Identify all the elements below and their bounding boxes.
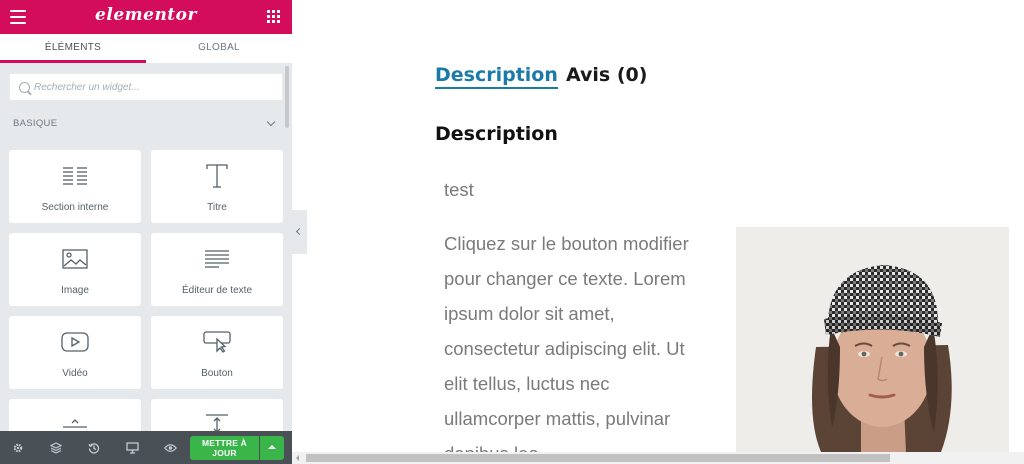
- text-line: elit tellus, luctus nec: [444, 373, 610, 394]
- update-button[interactable]: METTRE À JOUR: [190, 436, 259, 460]
- scroll-left-icon[interactable]: [296, 455, 299, 461]
- widget-label: Vidéo: [62, 368, 88, 379]
- widget-label: Section interne: [41, 202, 109, 213]
- widget-image[interactable]: Image: [9, 233, 141, 306]
- heading-icon: [151, 164, 283, 188]
- tab-description[interactable]: Description: [435, 64, 558, 89]
- body-text: Cliquez sur le bouton modifier pour chan…: [444, 226, 719, 452]
- tab-elements[interactable]: ÉLÉMENTS: [0, 34, 146, 63]
- widgets-grid-icon[interactable]: [267, 10, 280, 23]
- chevron-down-icon[interactable]: [266, 117, 276, 127]
- text-line: ipsum dolor sit amet,: [444, 303, 615, 324]
- columns-icon: [9, 164, 141, 188]
- button-icon: [151, 330, 283, 354]
- tab-global[interactable]: GLOBAL: [146, 34, 292, 63]
- search-icon: [19, 82, 30, 93]
- elementor-logo: elementor: [95, 5, 197, 25]
- product-photo: [736, 227, 1009, 452]
- widget-label: Éditeur de texte: [181, 285, 253, 296]
- widget-inner-section[interactable]: Section interne: [9, 150, 141, 223]
- widget-video[interactable]: Vidéo: [9, 316, 141, 389]
- panel-header: elementor: [0, 0, 292, 34]
- history-icon[interactable]: [87, 441, 101, 455]
- category-title[interactable]: BASIQUE: [13, 118, 57, 129]
- short-text: test: [444, 179, 474, 200]
- settings-icon[interactable]: [11, 441, 25, 455]
- widget-button[interactable]: Bouton: [151, 316, 283, 389]
- text-line: pour changer ce texte. Lorem: [444, 268, 686, 289]
- widget-label: Bouton: [201, 368, 233, 379]
- search-input[interactable]: [34, 74, 274, 100]
- panel-tabs: ÉLÉMENTS GLOBAL: [0, 34, 292, 63]
- preview-icon[interactable]: [163, 441, 177, 455]
- responsive-icon[interactable]: [125, 441, 139, 455]
- section-heading: Description: [435, 123, 558, 145]
- horizontal-scrollbar[interactable]: [292, 452, 1024, 464]
- widget-heading[interactable]: Titre: [151, 150, 283, 223]
- scrollbar-thumb[interactable]: [306, 454, 890, 462]
- text-editor-icon: [151, 247, 283, 271]
- widget-label: Titre: [207, 202, 227, 213]
- text-line: consectetur adipiscing elit. Ut: [444, 338, 685, 359]
- widget-text-editor[interactable]: Éditeur de texte: [151, 233, 283, 306]
- video-icon: [9, 330, 141, 354]
- navigator-icon[interactable]: [49, 441, 63, 455]
- update-options-button[interactable]: [260, 436, 284, 460]
- text-line: ullamcorper mattis, pulvinar: [444, 408, 671, 429]
- panel-scrollbar[interactable]: [285, 66, 289, 128]
- text-line: Cliquez sur le bouton modifier: [444, 233, 689, 254]
- elementor-panel: elementor ÉLÉMENTS GLOBAL BASIQUE Sectio…: [0, 0, 292, 464]
- tab-reviews[interactable]: Avis (0): [566, 64, 647, 86]
- text-line: dapibus leo.: [444, 436, 719, 452]
- widget-label: Image: [61, 285, 89, 296]
- widget-search: [9, 73, 283, 101]
- update-button-label: METTRE À JOUR: [201, 438, 248, 458]
- panel-collapse-toggle[interactable]: [292, 210, 307, 254]
- image-icon: [9, 247, 141, 271]
